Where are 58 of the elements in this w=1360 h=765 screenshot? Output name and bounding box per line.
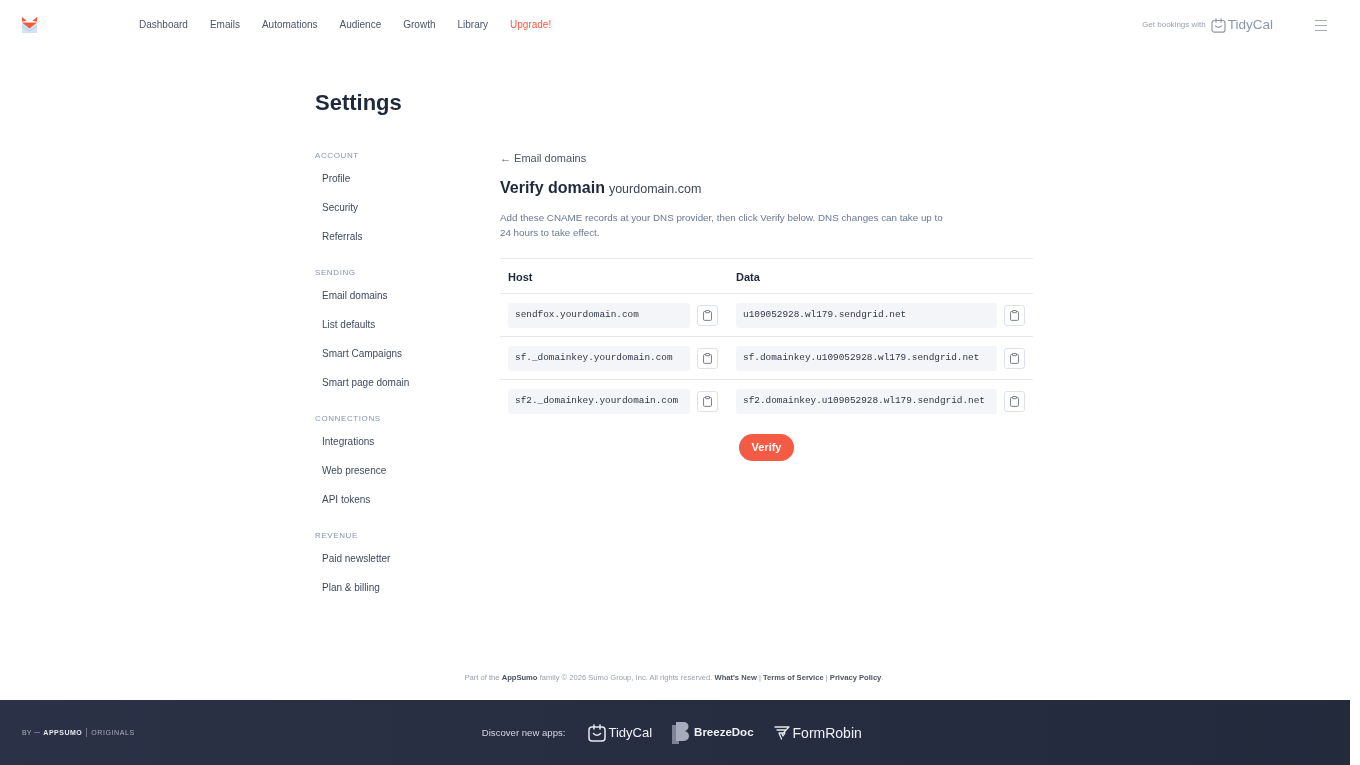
promo-text: Get bookings with — [1142, 19, 1206, 31]
sidebar-section-label: REVENUE — [315, 530, 358, 542]
record-field[interactable]: sf2.domainkey.u109052928.wl179.sendgrid.net — [736, 389, 997, 414]
copy-button[interactable] — [1004, 304, 1025, 326]
sidebar-item[interactable]: Plan & billing — [322, 580, 380, 595]
sidebar-item[interactable]: Email domains — [322, 288, 388, 303]
app-logo-link[interactable]: FormRobin — [773, 725, 862, 740]
app-logo-link[interactable]: TidyCal — [587, 723, 653, 742]
discover-label: Discover new apps: — [481, 727, 566, 738]
clipboard-icon — [703, 309, 712, 321]
nav-link[interactable]: Automations — [261, 20, 318, 30]
sidebar-item[interactable]: Integrations — [322, 434, 375, 449]
sidebar-section-label: SENDING — [315, 267, 356, 279]
sidebar-section-label: CONNECTIONS — [315, 413, 381, 425]
nav-link[interactable]: Growth — [403, 20, 436, 30]
clipboard-icon — [1010, 396, 1019, 407]
page-heading: Verify domain — [500, 178, 605, 198]
copy-button[interactable] — [1004, 347, 1025, 369]
stacked-b-icon — [672, 721, 692, 744]
sidebar-section-label: ACCOUNT — [315, 150, 359, 162]
nav-link[interactable]: Library — [457, 20, 489, 30]
copy-button[interactable] — [697, 347, 718, 369]
layered-chevron-icon — [773, 725, 790, 740]
sidebar-item[interactable]: Security — [322, 200, 359, 215]
record-field[interactable]: sf.domainkey.u109052928.wl179.sendgrid.net — [736, 345, 997, 371]
calendar-smile-icon — [587, 723, 606, 742]
nav-link[interactable]: Dashboard — [139, 20, 188, 30]
copy-button[interactable] — [1004, 391, 1025, 412]
nav-link[interactable]: Emails — [209, 20, 240, 30]
calendar-smile-icon — [1210, 17, 1226, 33]
sidebar-item[interactable]: Web presence — [322, 463, 387, 478]
app-logo-link[interactable]: BreezeDoc — [672, 721, 754, 744]
copy-button[interactable] — [697, 304, 718, 326]
sidebar-item[interactable]: API tokens — [322, 492, 371, 507]
sidebar-item[interactable]: Referrals — [322, 229, 363, 244]
logo-icon[interactable] — [22, 17, 37, 33]
clipboard-icon — [1010, 309, 1019, 321]
sidebar-item[interactable]: Profile — [322, 171, 351, 186]
sidebar-item[interactable]: List defaults — [322, 317, 376, 332]
record-field[interactable]: sf._domainkey.yourdomain.com — [508, 345, 690, 371]
domain-name: yourdomain.com — [608, 181, 702, 198]
record-field[interactable]: sf2._domainkey.yourdomain.com — [508, 389, 690, 414]
nav-link[interactable]: Audience — [339, 20, 382, 30]
copy-button[interactable] — [697, 391, 718, 412]
instructions-text: Add these CNAME records at your DNS provider, then click Verify below. DNS changes can take up to 24 hours to take effect. — [500, 211, 944, 240]
column-header: Data — [736, 271, 760, 283]
record-field[interactable]: sendfox.yourdomain.com — [508, 302, 690, 328]
column-header: Host — [508, 271, 533, 283]
record-field[interactable]: u109052928.wl179.sendgrid.net — [736, 302, 997, 328]
back-link[interactable]: ← Email domains — [500, 150, 587, 166]
menu-icon[interactable] — [1315, 19, 1327, 31]
clipboard-icon — [1010, 352, 1019, 364]
page-title: Settings — [315, 89, 402, 117]
sidebar-item[interactable]: Smart Campaigns — [322, 346, 403, 361]
clipboard-icon — [703, 352, 712, 364]
sidebar-item[interactable]: Smart page domain — [322, 375, 410, 390]
sidebar-item[interactable]: Paid newsletter — [322, 551, 391, 566]
clipboard-icon — [703, 396, 712, 407]
